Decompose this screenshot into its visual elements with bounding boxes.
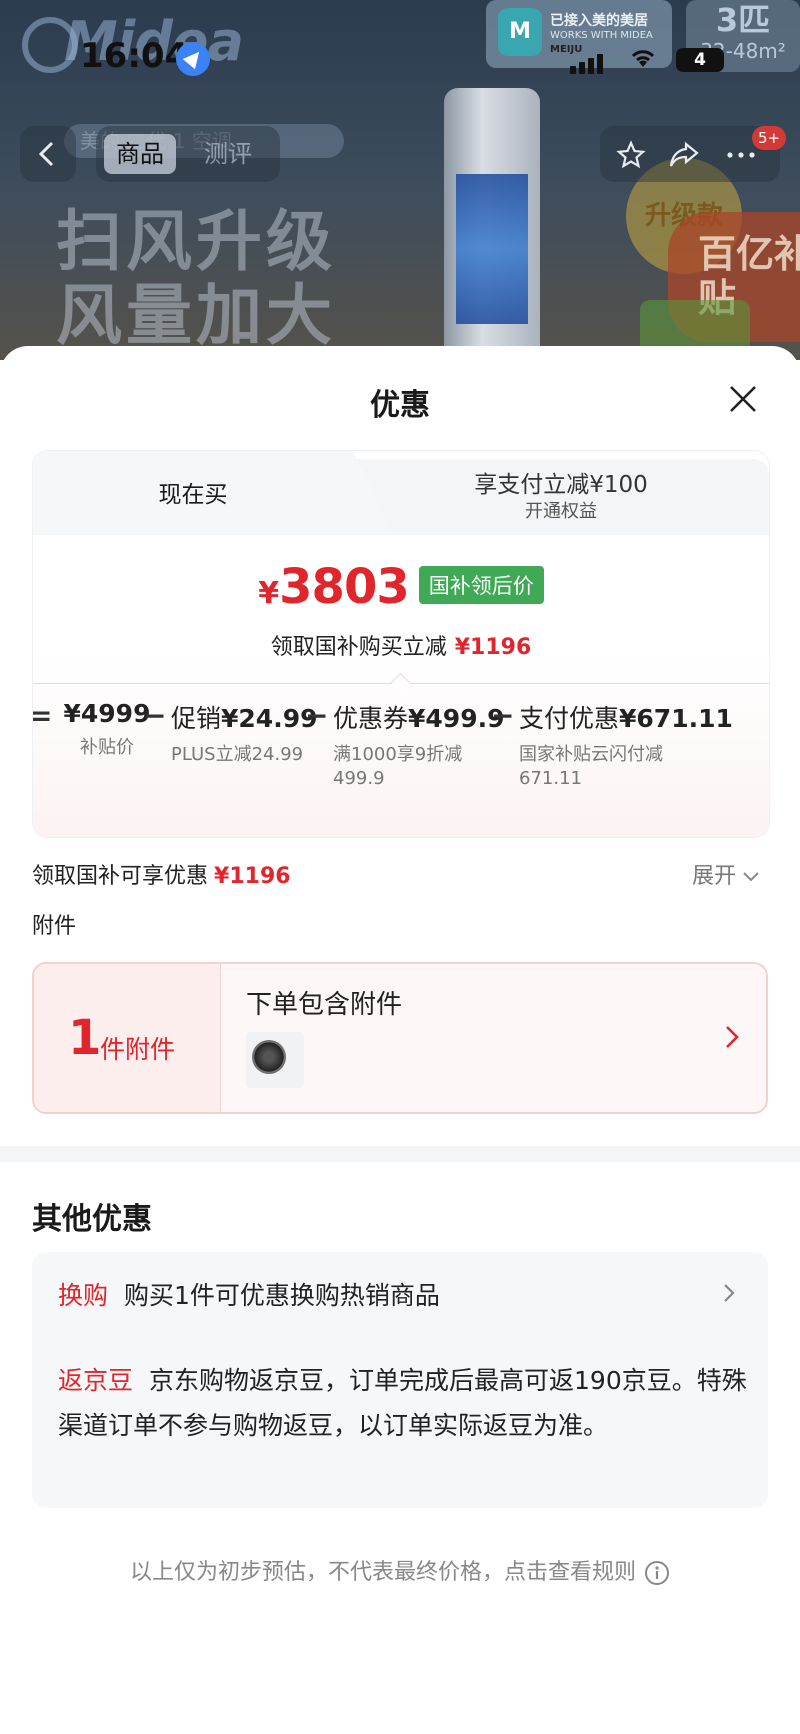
- final-price: ¥3803 国补领后价: [33, 559, 769, 615]
- breakdown-promo: 促销¥24.99 PLUS立减24.99: [171, 704, 318, 765]
- attachments-title: 附件: [32, 914, 77, 939]
- tab-review[interactable]: 测评: [192, 134, 264, 174]
- tab-pay-discount[interactable]: 享支付立减¥100 开通权益: [353, 459, 769, 535]
- coupon-summary: 领取国补可享优惠 ¥1196: [32, 864, 291, 889]
- expand-button[interactable]: 展开: [692, 858, 760, 890]
- product-image: [444, 88, 540, 360]
- back-button[interactable]: [20, 126, 76, 182]
- outdoor-unit-thumbnail: [246, 1032, 304, 1088]
- breakdown-payment: 支付优惠¥671.11 国家补贴云闪付减671.11: [519, 704, 733, 789]
- breakdown-coupon: 优惠券¥499.9 满1000享9折减499.9: [333, 704, 505, 789]
- operator-minus: −: [143, 699, 167, 732]
- operator-minus: −: [491, 699, 515, 732]
- chevron-down-icon: [743, 872, 759, 882]
- info-icon: [645, 1561, 669, 1585]
- hero-headline-2: 风量加大: [56, 277, 336, 354]
- attachment-count: 1: [68, 1010, 102, 1066]
- chevron-right-icon: [724, 1284, 735, 1302]
- signal-icon: [570, 54, 606, 74]
- status-time: 16:04: [80, 36, 189, 76]
- meiju-logo-icon: M: [498, 8, 542, 56]
- other-offers-title: 其他优惠: [32, 1202, 152, 1237]
- chevron-right-icon: [726, 1026, 739, 1048]
- back-icon: [38, 141, 54, 167]
- attachment-unit: 件附件: [100, 1035, 176, 1064]
- price-amount: 3803: [279, 559, 410, 615]
- battery-indicator: 4: [676, 48, 724, 72]
- subsidy-line: 领取国补购买立减 ¥1196: [270, 635, 532, 660]
- sheet-title: 优惠: [370, 388, 430, 423]
- attachments-card[interactable]: 1 件附件 下单包含附件: [32, 962, 768, 1114]
- more-icon[interactable]: [724, 140, 758, 170]
- wifi-icon: [631, 50, 655, 67]
- rules-disclaimer[interactable]: 以上仅为初步预估，不代表最终价格，点击查看规则: [0, 1554, 800, 1586]
- operator-minus: −: [305, 699, 329, 732]
- page-tabs: 商品 测评: [96, 126, 280, 182]
- breakdown-subsidy-price: ¥4999 补贴价: [63, 699, 151, 758]
- attachment-heading: 下单包含附件: [246, 990, 403, 1020]
- location-icon: [176, 42, 210, 76]
- trade-in-offer[interactable]: 换购 购买1件可优惠换购热销商品: [58, 1276, 440, 1312]
- price-tag: 国补领后价: [418, 566, 544, 604]
- discount-sheet: 优惠 享支付立减¥100 开通权益 现在买 ¥3803 国补领后价 领取国补购买立…: [0, 346, 800, 1734]
- jd-bean-offer: 返京豆 京东购物返京豆，订单完成后最高可返190京豆。特殊渠道订单不参与购物返豆，…: [58, 1366, 747, 1440]
- product-page-background: Midea 扫风升级 风量加大 M 已接入美的美居 WORKS WITH MID…: [0, 0, 800, 360]
- star-icon[interactable]: [616, 140, 646, 170]
- cart-count-badge: 5+: [752, 126, 786, 150]
- tab-product[interactable]: 商品: [104, 134, 176, 174]
- close-icon[interactable]: [726, 382, 760, 416]
- operator-equals: =: [33, 699, 52, 732]
- section-divider: [0, 1146, 800, 1162]
- price-card: 享支付立减¥100 开通权益 现在买 ¥3803 国补领后价 领取国补购买立减 ¥1…: [32, 450, 770, 838]
- tab-buy-now[interactable]: 现在买: [33, 451, 353, 535]
- share-icon[interactable]: [668, 140, 700, 170]
- other-offers-card: 换购 购买1件可优惠换购热销商品 返京豆 京东购物返京豆，订单完成后最高可返190京…: [32, 1252, 768, 1508]
